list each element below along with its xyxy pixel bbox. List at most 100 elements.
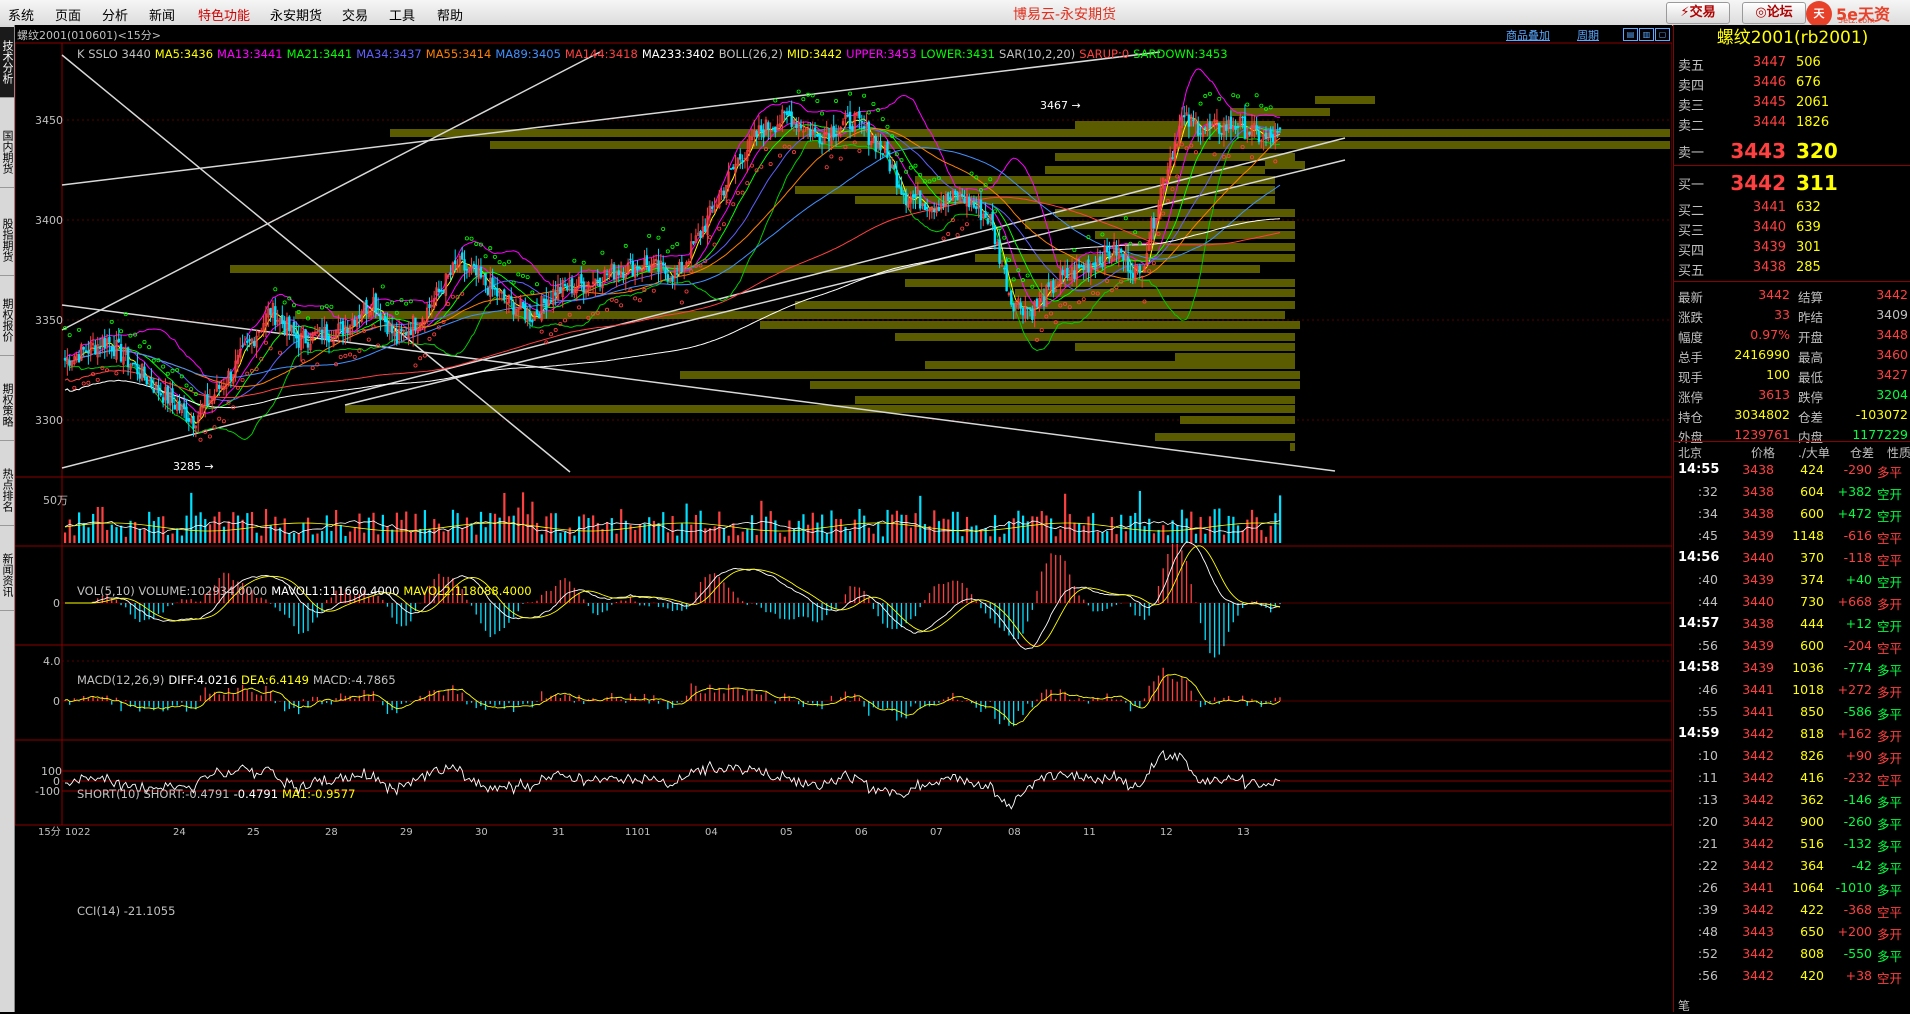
sar-dot (955, 233, 960, 238)
candle-body (820, 142, 824, 145)
forum-button[interactable]: ◎论坛 (1742, 2, 1806, 24)
tick-row[interactable]: :39 3442 422 -368 空平 (1674, 902, 1910, 924)
volume-bar (143, 529, 146, 543)
volume-bar (704, 528, 707, 543)
candle-body (790, 111, 793, 127)
tick-row[interactable]: :45 3439 1148 -616 空平 (1674, 528, 1910, 550)
tick-row[interactable]: :21 3442 516 -132 多平 (1674, 836, 1910, 858)
chart-area[interactable]: 螺纹2001(010601)<15分> 商品叠加 周期 ▤ ▥ ▢ 3450 34… (15, 25, 1672, 1012)
tick-row[interactable]: :10 3442 826 +90 多开 (1674, 748, 1910, 770)
candle-body (341, 320, 345, 336)
tick-volume: 444 (1800, 616, 1824, 631)
tick-row[interactable]: 14:57 3438 444 +12 空开 (1674, 616, 1910, 638)
x-axis-label: 05 (780, 827, 793, 838)
book-price: 3447 (1752, 55, 1786, 70)
tick-row[interactable]: :55 3441 850 -586 多平 (1674, 704, 1910, 726)
candle-body (867, 121, 870, 145)
sar-dot (717, 226, 722, 231)
candle-body (851, 126, 854, 132)
volume-bar (624, 520, 627, 543)
tick-row[interactable]: 14:56 3440 370 -118 空平 (1674, 550, 1910, 572)
trade-button[interactable]: ⚡交易 (1666, 2, 1730, 24)
sar-dot (72, 385, 77, 390)
candle-body (788, 110, 791, 116)
side-tab-news[interactable]: 新闻资讯 (0, 540, 14, 611)
candle-body (512, 302, 515, 315)
support-resistance-band (760, 321, 1300, 329)
volume-bar (1064, 493, 1067, 543)
tick-column-header: 仓差 (1850, 446, 1875, 460)
candle-body (596, 279, 599, 282)
tick-row[interactable]: :40 3439 374 +40 空开 (1674, 572, 1910, 594)
candle-body (984, 211, 987, 218)
tick-row[interactable]: :48 3443 650 +200 多开 (1674, 924, 1910, 946)
tick-footer-tab[interactable]: 笔 (1678, 997, 1690, 1014)
side-tab-option-quotes[interactable]: 期权报价 (0, 285, 14, 356)
tick-row[interactable]: :26 3441 1064 -1010 多平 (1674, 880, 1910, 902)
tick-row[interactable]: :22 3442 364 -42 多平 (1674, 858, 1910, 880)
ask-row[interactable]: 卖五 3447 506 (1674, 55, 1910, 75)
tick-time: :11 (1697, 770, 1718, 785)
candle-body (795, 123, 798, 129)
tick-row[interactable]: :11 3442 416 -232 空平 (1674, 770, 1910, 792)
sar-dot (81, 381, 86, 386)
support-resistance-band (810, 381, 1300, 389)
tick-nature: 多平 (1877, 949, 1903, 964)
candle-body (63, 357, 67, 361)
menu-news[interactable]: 新闻 (149, 5, 175, 24)
side-tab-option-strategy[interactable]: 期权策略 (0, 370, 14, 441)
tick-row[interactable]: 14:59 3442 818 +162 多开 (1674, 726, 1910, 748)
ask-row[interactable]: 卖三 3445 2061 (1674, 95, 1910, 115)
tick-row[interactable]: :56 3439 600 -204 空平 (1674, 638, 1910, 660)
menu-analysis[interactable]: 分析 (102, 5, 128, 24)
bid-row[interactable]: 买三 3440 639 (1674, 220, 1910, 240)
volume-bar (442, 531, 445, 543)
bid-row[interactable]: 买一 3442 311 (1674, 171, 1910, 195)
volume-bar (1059, 529, 1062, 543)
main-indicator-item: SAR(10,2,20) (998, 47, 1076, 61)
menu-tools[interactable]: 工具 (389, 5, 415, 24)
volume-bar (1227, 515, 1230, 543)
menu-yongan-futures[interactable]: 永安期货 (270, 5, 322, 24)
sar-dot (348, 352, 353, 357)
tick-row[interactable]: :44 3440 730 +668 多开 (1674, 594, 1910, 616)
forum-button-label: 论坛 (1766, 5, 1793, 20)
book-price: 3441 (1752, 200, 1786, 215)
candle-body (886, 141, 889, 158)
candle-body (1073, 270, 1076, 279)
menu-special-features[interactable]: 特色功能 (198, 5, 250, 24)
side-tab-domestic-futures[interactable]: 国内期货 (0, 117, 14, 188)
tick-row[interactable]: :20 3442 900 -260 多平 (1674, 814, 1910, 836)
side-tab-hot-ranking[interactable]: 热点排名 (0, 455, 14, 526)
bid-row[interactable]: 买五 3438 285 (1674, 260, 1910, 280)
menu-help[interactable]: 帮助 (437, 5, 463, 24)
sar-dot (1081, 297, 1086, 302)
menu-system[interactable]: 系统 (8, 5, 34, 24)
candle-body (437, 288, 441, 293)
tick-row[interactable]: :46 3441 1018 +272 多开 (1674, 682, 1910, 704)
volume-bar (634, 529, 637, 543)
tick-row[interactable]: :32 3438 604 +382 空开 (1674, 484, 1910, 506)
ask-row[interactable]: 卖一 3443 320 (1674, 139, 1910, 163)
tick-row[interactable]: :56 3442 420 +38 空开 (1674, 968, 1910, 990)
tick-volume: 826 (1800, 748, 1824, 763)
side-tab-index-futures[interactable]: 股指期货 (0, 205, 14, 276)
kline-chart-svg[interactable]: 34503400335033003467 →3285 →50万04.001000… (15, 25, 1672, 1012)
main-indicator-item: SARDOWN:3453 (1133, 47, 1228, 61)
bid-row[interactable]: 买四 3439 301 (1674, 240, 1910, 260)
candle-body (524, 303, 527, 320)
tick-row[interactable]: :52 3442 808 -550 多平 (1674, 946, 1910, 968)
menu-trade[interactable]: 交易 (342, 5, 368, 24)
tick-row[interactable]: :13 3442 362 -146 多平 (1674, 792, 1910, 814)
ask-row[interactable]: 卖四 3446 676 (1674, 75, 1910, 95)
ask-row[interactable]: 卖二 3444 1826 (1674, 115, 1910, 135)
tick-row[interactable]: 14:58 3439 1036 -774 多平 (1674, 660, 1910, 682)
tick-row[interactable]: :34 3438 600 +472 空开 (1674, 506, 1910, 528)
bid-row[interactable]: 买二 3441 632 (1674, 200, 1910, 220)
menu-page[interactable]: 页面 (55, 5, 81, 24)
sar-dot (464, 236, 469, 241)
side-tab-technical-analysis[interactable]: 技术分析 (0, 27, 14, 98)
sar-dot (577, 305, 582, 310)
tick-row[interactable]: 14:55 3438 424 -290 多平 (1674, 462, 1910, 484)
volume-bar (1138, 490, 1142, 543)
